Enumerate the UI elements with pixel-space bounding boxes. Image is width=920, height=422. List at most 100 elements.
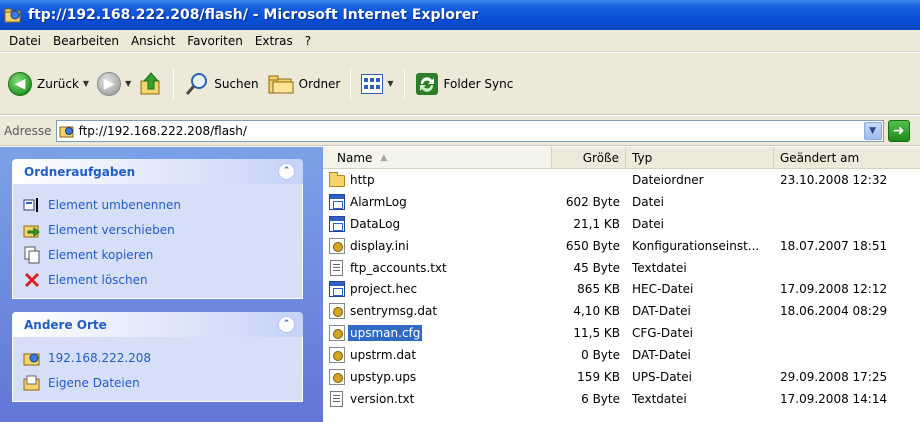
- file-size: 865 KB: [577, 282, 620, 297]
- file-row[interactable]: AlarmLog 602 Byte Datei: [323, 191, 920, 213]
- text-file-icon: [330, 259, 343, 276]
- column-modified[interactable]: Geändert am: [774, 147, 920, 168]
- file-row[interactable]: upstyp.ups 159 KB UPS-Datei 29.09.2008 17:2…: [323, 366, 920, 388]
- folder-sync-button[interactable]: Folder Sync: [411, 67, 518, 101]
- folder-tasks-panel: Ordneraufgaben ⌃ Element umbenennen Elem…: [12, 159, 303, 299]
- file-modified: 18.06.2004 08:29: [780, 304, 888, 319]
- menu-file[interactable]: Datei: [3, 34, 47, 48]
- task-rename[interactable]: Element umbenennen: [23, 192, 292, 217]
- up-folder-button[interactable]: [135, 67, 167, 101]
- chevron-down-icon[interactable]: ▼: [387, 79, 393, 88]
- my-documents-icon: [23, 374, 41, 392]
- folder-tasks-header[interactable]: Ordneraufgaben ⌃: [12, 159, 303, 184]
- chevron-down-icon[interactable]: ▼: [863, 121, 882, 140]
- settings-file-icon: [329, 325, 345, 342]
- chevron-down-icon[interactable]: ▼: [125, 79, 131, 88]
- file-size: 0 Byte: [581, 348, 620, 363]
- sync-icon: [415, 72, 439, 96]
- column-modified-label: Geändert am: [780, 150, 860, 165]
- application-file-icon: [329, 193, 345, 210]
- address-value: ftp://192.168.222.208/flash/: [78, 123, 247, 138]
- place-my-documents[interactable]: Eigene Dateien: [23, 370, 292, 395]
- menu-bar: Datei Bearbeiten Ansicht Favoriten Extra…: [0, 30, 920, 52]
- collapse-icon[interactable]: ⌃: [278, 316, 295, 333]
- column-name-label: Name: [337, 150, 373, 165]
- title-bar[interactable]: ftp://192.168.222.208/flash/ - Microsoft…: [0, 0, 920, 30]
- column-size[interactable]: Größe: [552, 147, 626, 168]
- file-modified: 29.09.2008 17:25: [780, 369, 888, 384]
- file-name-cell: project.hec: [323, 281, 552, 298]
- search-button[interactable]: Suchen: [180, 67, 262, 101]
- file-name: DataLog: [350, 216, 401, 231]
- file-row[interactable]: version.txt 6 Byte Textdatei 17.09.2008 14:…: [323, 388, 920, 410]
- file-row[interactable]: upstrm.dat 0 Byte DAT-Datei: [323, 344, 920, 366]
- task-copy[interactable]: Element kopieren: [23, 242, 292, 267]
- menu-favorites[interactable]: Favoriten: [181, 34, 249, 48]
- folders-icon: [267, 73, 295, 95]
- forward-button[interactable]: ▶ ▼: [93, 67, 135, 101]
- text-file-icon: [330, 390, 343, 407]
- copy-icon: [23, 246, 41, 264]
- views-button[interactable]: ▼: [357, 67, 397, 101]
- menu-view[interactable]: Ansicht: [125, 34, 181, 48]
- file-size: 45 Byte: [573, 260, 620, 275]
- toolbar-separator: [350, 68, 352, 99]
- views-icon: [361, 73, 384, 94]
- folder-tasks-title: Ordneraufgaben: [24, 164, 136, 179]
- file-name-cell: upstrm.dat: [323, 347, 552, 364]
- file-name-cell: AlarmLog: [323, 193, 552, 210]
- file-type: Datei: [632, 216, 665, 231]
- collapse-icon[interactable]: ⌃: [278, 163, 295, 180]
- file-modified: 17.09.2008 14:14: [780, 391, 888, 406]
- application-file-icon: [329, 215, 345, 232]
- address-input[interactable]: ftp://192.168.222.208/flash/ ▼: [55, 119, 884, 142]
- column-name[interactable]: Name ▲: [323, 147, 552, 168]
- task-label: Element umbenennen: [48, 197, 181, 212]
- file-name-cell: upstyp.ups: [323, 368, 552, 385]
- file-name: ftp_accounts.txt: [350, 260, 447, 275]
- place-label: Eigene Dateien: [48, 375, 140, 390]
- column-type[interactable]: Typ: [626, 147, 774, 168]
- file-size: 6 Byte: [581, 391, 620, 406]
- file-row[interactable]: ftp_accounts.txt 45 Byte Textdatei: [323, 257, 920, 279]
- other-places-title: Andere Orte: [24, 317, 107, 332]
- menu-tools[interactable]: Extras: [249, 34, 299, 48]
- menu-help[interactable]: ?: [299, 34, 317, 48]
- task-move[interactable]: Element verschieben: [23, 217, 292, 242]
- task-pane: Ordneraufgaben ⌃ Element umbenennen Elem…: [0, 147, 323, 422]
- file-row[interactable]: project.hec 865 KB HEC-Datei 17.09.2008 12:…: [323, 278, 920, 300]
- file-name-cell: upsman.cfg: [323, 325, 552, 342]
- task-label: Element kopieren: [48, 247, 154, 262]
- folders-button[interactable]: Ordner: [263, 67, 345, 101]
- toolbar-separator: [403, 68, 405, 99]
- sort-ascending-icon: ▲: [380, 152, 388, 163]
- task-delete[interactable]: Element löschen: [23, 267, 292, 292]
- file-type: Textdatei: [632, 260, 687, 275]
- file-name-cell: http: [323, 171, 552, 188]
- file-row[interactable]: upsman.cfg 11,5 KB CFG-Datei: [323, 322, 920, 344]
- place-ftp-server[interactable]: 192.168.222.208: [23, 345, 292, 370]
- file-modified: 18.07.2007 18:51: [780, 238, 888, 253]
- settings-file-icon: [329, 237, 345, 254]
- file-type: DAT-Datei: [632, 304, 691, 319]
- chevron-down-icon[interactable]: ▼: [83, 79, 89, 88]
- other-places-header[interactable]: Andere Orte ⌃: [12, 312, 303, 337]
- file-row[interactable]: sentrymsg.dat 4,10 KB DAT-Datei 18.06.2004 …: [323, 300, 920, 322]
- settings-file-icon: [329, 303, 345, 320]
- file-type: DAT-Datei: [632, 348, 691, 363]
- file-row[interactable]: display.ini 650 Byte Konfigurationseinst..…: [323, 235, 920, 257]
- file-rows: http Dateiordner 23.10.2008 12:32 AlarmLog 6…: [323, 169, 920, 410]
- go-arrow-icon[interactable]: ➜: [887, 119, 910, 142]
- menu-edit[interactable]: Bearbeiten: [47, 34, 125, 48]
- file-row[interactable]: http Dateiordner 23.10.2008 12:32: [323, 169, 920, 191]
- place-label: 192.168.222.208: [48, 350, 152, 365]
- back-button[interactable]: ◀ Zurück ▼: [4, 67, 93, 101]
- search-label: Suchen: [214, 76, 259, 91]
- file-type: UPS-Datei: [632, 369, 692, 384]
- application-file-icon: [329, 281, 345, 298]
- rename-icon: [23, 196, 41, 214]
- file-row[interactable]: DataLog 21,1 KB Datei: [323, 213, 920, 235]
- file-type: Datei: [632, 194, 665, 209]
- search-icon: [184, 71, 210, 97]
- file-name: sentrymsg.dat: [350, 304, 438, 319]
